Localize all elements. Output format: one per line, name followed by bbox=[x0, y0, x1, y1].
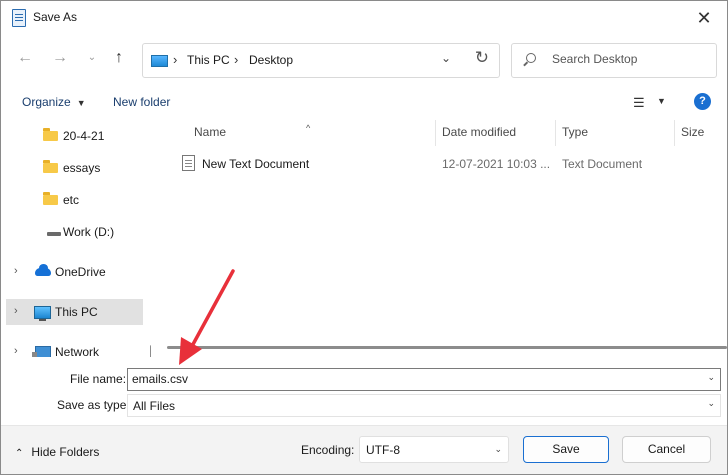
save-as-dialog: Save As ✕ ← → ⌄ ↑ › This PC › Desktop ⌄ … bbox=[0, 0, 728, 475]
arrow-head bbox=[179, 337, 202, 365]
hide-folders-label: Hide Folders bbox=[31, 445, 100, 459]
chevron-up-icon: ⌃ bbox=[15, 448, 24, 459]
encoding-value: UTF-8 bbox=[366, 443, 400, 457]
save-button[interactable]: Save bbox=[523, 436, 609, 463]
hide-folders-button[interactable]: ⌃ Hide Folders bbox=[15, 445, 99, 459]
chevron-down-icon: ⌄ bbox=[494, 444, 502, 454]
cancel-button[interactable]: Cancel bbox=[622, 436, 711, 463]
encoding-select[interactable]: UTF-8 ⌄ bbox=[359, 436, 509, 463]
encoding-label: Encoding: bbox=[301, 443, 355, 457]
arrow-shaft bbox=[189, 269, 235, 350]
footer-bar: ⌃ Hide Folders Encoding: UTF-8 ⌄ Save Can… bbox=[1, 425, 727, 474]
annotation-arrow bbox=[179, 269, 235, 365]
